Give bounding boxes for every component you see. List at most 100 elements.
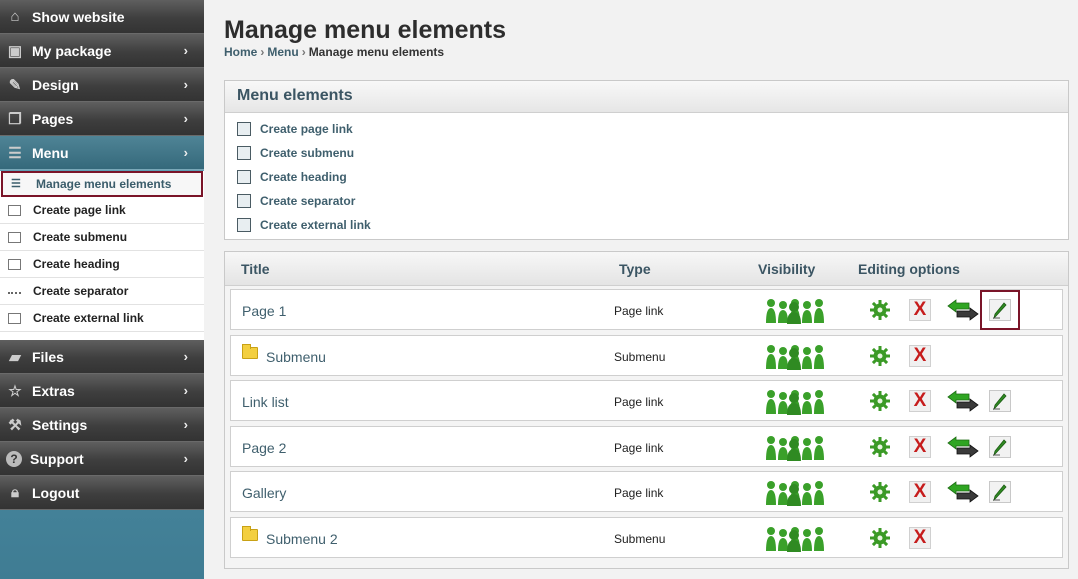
move-arrows-icon[interactable]: [947, 481, 979, 504]
create-action-create-submenu[interactable]: Create submenu: [225, 141, 1068, 165]
visibility-users-icon[interactable]: [763, 344, 825, 370]
separator-icon: [8, 288, 21, 294]
menu-elements-heading: Menu elements: [225, 81, 1068, 113]
create-action-create-separator[interactable]: Create separator: [225, 189, 1068, 213]
sidebar-item-support[interactable]: ? Support ›: [0, 442, 204, 476]
edit-pencil-icon[interactable]: [989, 481, 1011, 504]
sidebar-item-files[interactable]: ▰ Files ›: [0, 340, 204, 374]
create-action-create-heading[interactable]: Create heading: [225, 165, 1068, 189]
delete-x-icon[interactable]: X: [909, 299, 931, 321]
visibility-users-icon[interactable]: [763, 435, 825, 461]
sidebar-item-label: Settings: [32, 416, 88, 433]
row-type: Page link: [614, 395, 664, 410]
sidebar-item-menu[interactable]: ☰ Menu ›: [0, 136, 204, 170]
separator-icon: [237, 194, 251, 208]
move-arrows-icon[interactable]: [947, 435, 979, 458]
delete-x-icon[interactable]: X: [909, 344, 931, 367]
settings-gear-icon[interactable]: [869, 436, 891, 458]
table-row: Submenu 2 Submenu X: [230, 517, 1063, 558]
sidebar-subitem-create-submenu[interactable]: Create submenu: [0, 224, 204, 251]
chevron-right-icon: ›: [183, 349, 188, 364]
visibility-users-icon[interactable]: [763, 389, 825, 416]
create-actions-list: Create page link Create submenu Create hea…: [225, 113, 1068, 237]
visibility-users-icon[interactable]: [763, 480, 825, 507]
edit-pencil-icon[interactable]: [989, 390, 1011, 413]
delete-x-icon[interactable]: X: [909, 527, 931, 549]
lock-icon: 🔒︎: [11, 484, 19, 501]
breadcrumb-home[interactable]: Home: [224, 45, 257, 59]
sidebar-subitem-label: Create heading: [33, 257, 120, 271]
row-title[interactable]: Link list: [242, 394, 289, 410]
folder-icon: [242, 343, 258, 359]
submenu-icon: [8, 231, 21, 243]
sidebar: ⌂ Show website ▣ My package › ✎ Design › ❐ Pages ›…: [0, 0, 204, 579]
chevron-right-icon: ›: [183, 383, 188, 398]
sidebar-subitem-label: Manage menu elements: [36, 177, 172, 191]
submenu-spacer: [0, 332, 204, 340]
row-type: Submenu: [614, 532, 666, 546]
sidebar-item-settings[interactable]: ⚒ Settings ›: [0, 408, 204, 442]
edit-pencil-icon[interactable]: [980, 290, 1020, 330]
settings-gear-icon[interactable]: [869, 481, 891, 503]
sidebar-subitem-create-external-link[interactable]: Create external link: [0, 305, 204, 332]
sidebar-item-extras[interactable]: ☆ Extras ›: [0, 374, 204, 408]
list-icon: ☰: [8, 144, 22, 162]
settings-gear-icon[interactable]: [869, 299, 891, 321]
heading-icon: [8, 258, 21, 270]
delete-x-icon[interactable]: X: [909, 481, 931, 504]
create-action-label: Create submenu: [260, 146, 355, 160]
submenu-icon: [237, 146, 251, 160]
create-action-create-external-link[interactable]: Create external link: [225, 213, 1068, 237]
brush-icon: ✎: [8, 76, 22, 94]
sidebar-item-logout[interactable]: 🔒︎ Logout: [0, 476, 204, 510]
breadcrumb-current: Manage menu elements: [308, 45, 445, 59]
create-action-label: Create external link: [260, 218, 371, 232]
settings-gear-icon[interactable]: [869, 345, 891, 367]
column-visibility: Visibility: [758, 261, 816, 277]
table-row: Link list Page link X: [230, 380, 1063, 422]
visibility-users-icon[interactable]: [763, 526, 825, 552]
breadcrumb: Home › Menu › Manage menu elements: [224, 45, 444, 59]
row-title[interactable]: Page 1: [242, 303, 286, 319]
breadcrumb-menu[interactable]: Menu: [267, 45, 298, 59]
sidebar-item-label: Extras: [32, 382, 75, 399]
table-row: Page 1 Page link X: [230, 289, 1063, 330]
delete-x-icon[interactable]: X: [909, 435, 931, 458]
external-link-icon: [8, 312, 21, 324]
sidebar-item-show-website[interactable]: ⌂ Show website: [0, 0, 204, 34]
wrench-icon: ⚒: [8, 416, 22, 434]
row-title[interactable]: Page 2: [242, 440, 286, 456]
chevron-right-icon: ›: [183, 77, 188, 92]
row-title[interactable]: Submenu: [266, 349, 326, 365]
sidebar-item-design[interactable]: ✎ Design ›: [0, 68, 204, 102]
settings-gear-icon[interactable]: [869, 390, 891, 412]
sidebar-subitem-label: Create separator: [33, 284, 129, 298]
move-arrows-icon[interactable]: [947, 390, 979, 412]
folder-icon: ▰: [9, 348, 21, 366]
page-link-icon: [237, 122, 251, 136]
sidebar-subitem-create-separator[interactable]: Create separator: [0, 278, 204, 305]
settings-gear-icon[interactable]: [869, 527, 891, 549]
chevron-right-icon: ›: [183, 43, 188, 58]
sidebar-subitem-label: Create page link: [33, 203, 126, 217]
row-title[interactable]: Submenu 2: [266, 531, 338, 547]
sidebar-item-my-package[interactable]: ▣ My package ›: [0, 34, 204, 68]
help-icon: ?: [6, 450, 22, 467]
heading-icon: [237, 170, 251, 184]
sidebar-item-pages[interactable]: ❐ Pages ›: [0, 102, 204, 136]
column-type: Type: [619, 261, 651, 277]
move-arrows-icon[interactable]: [947, 299, 979, 321]
delete-x-icon[interactable]: X: [909, 390, 931, 413]
page-link-icon: [8, 204, 21, 216]
create-action-create-page-link[interactable]: Create page link: [225, 117, 1068, 141]
sidebar-subitem-manage-menu-elements[interactable]: ☰ Manage menu elements: [1, 171, 203, 197]
sidebar-item-label: Pages: [32, 110, 74, 127]
edit-pencil-icon[interactable]: [989, 435, 1011, 458]
create-action-label: Create separator: [260, 194, 356, 208]
row-type: Page link: [614, 304, 664, 318]
sidebar-item-label: Show website: [32, 8, 125, 25]
visibility-users-icon[interactable]: [763, 298, 825, 324]
sidebar-subitem-create-page-link[interactable]: Create page link: [0, 197, 204, 224]
row-title[interactable]: Gallery: [242, 485, 286, 501]
sidebar-subitem-create-heading[interactable]: Create heading: [0, 251, 204, 278]
